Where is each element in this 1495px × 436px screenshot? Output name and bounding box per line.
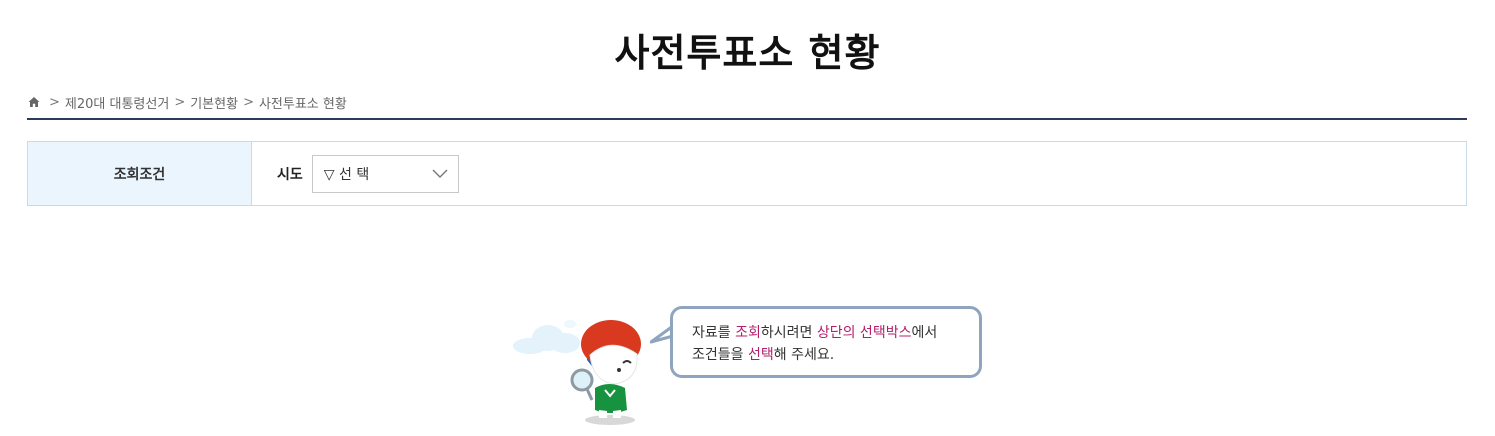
breadcrumb-item-current: 사전투표소 현황 [258, 96, 347, 112]
breadcrumb-item-basic-status[interactable]: 기본현황 [190, 93, 238, 112]
home-icon[interactable] [28, 96, 40, 108]
search-condition-label: 조회조건 [28, 142, 252, 205]
empty-state: 자료를 조회하시려면 상단의 선택박스에서 조건들을 선택해 주세요. [505, 300, 995, 425]
mascot-illustration [570, 320, 641, 425]
sido-field: 시도 ▽ 선 택 [252, 142, 459, 205]
breadcrumb-separator: > [49, 94, 60, 110]
sido-select-value: ▽ 선 택 [323, 166, 370, 183]
guide-message-line-2: 조건들을 선택해 주세요. [692, 347, 835, 363]
search-condition-panel: 조회조건 시도 ▽ 선 택 [27, 141, 1467, 206]
breadcrumb-separator: > [243, 94, 254, 110]
guide-message-line-1: 자료를 조회하시려면 상단의 선택박스에서 [692, 325, 938, 341]
sido-select[interactable]: ▽ 선 택 [311, 154, 459, 193]
breadcrumb: > 제20대 대통령선거 > 기본현황 > 사전투표소 현황 [28, 93, 347, 112]
sido-label: 시도 [277, 166, 303, 183]
chevron-down-icon [432, 169, 448, 178]
title-divider [27, 118, 1467, 120]
breadcrumb-item-election[interactable]: 제20대 대통령선거 [65, 93, 169, 112]
breadcrumb-separator: > [174, 94, 186, 110]
page-title: 사전투표소 현황 [614, 31, 881, 75]
guide-message-bubble: 자료를 조회하시려면 상단의 선택박스에서 조건들을 선택해 주세요. [670, 306, 982, 378]
